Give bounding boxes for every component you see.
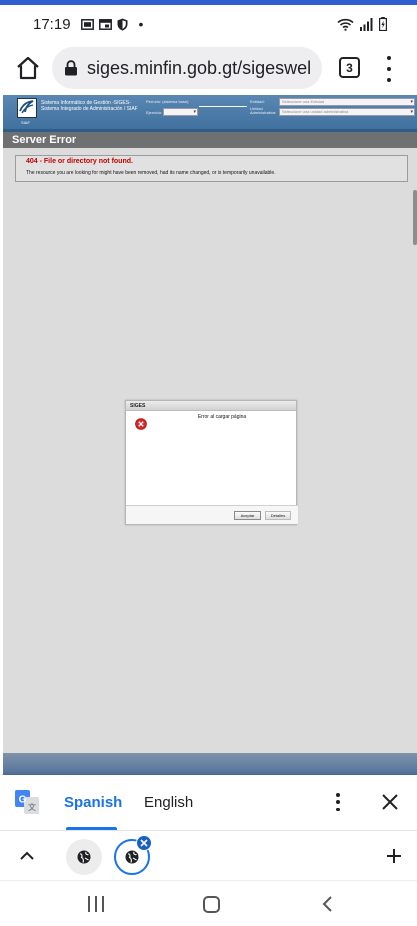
ejercicio-label: Ejercicio: bbox=[146, 110, 163, 115]
error-box: 404 - File or directory not found. The r… bbox=[15, 155, 408, 182]
close-icon[interactable] bbox=[381, 793, 399, 811]
web-footer-strip bbox=[3, 753, 417, 775]
recents-icon[interactable] bbox=[88, 896, 104, 912]
status-bar: 17:19 • bbox=[0, 5, 417, 43]
back-icon[interactable] bbox=[320, 895, 334, 913]
siges-logo bbox=[17, 98, 37, 118]
ejercicio-select[interactable]: ▾ bbox=[163, 108, 198, 116]
web-content: SIAF Sistema Informático de Gestión -SIG… bbox=[3, 95, 417, 775]
browser-toolbar: siges.minfin.gob.gt/sigeswel 3 bbox=[0, 43, 417, 95]
source-language-tab[interactable]: Spanish bbox=[64, 794, 122, 811]
status-time: 17:19 bbox=[33, 15, 71, 33]
signal-icon bbox=[360, 17, 373, 31]
url-bar[interactable]: siges.minfin.gob.gt/sigeswel bbox=[52, 47, 322, 89]
lock-icon bbox=[65, 60, 77, 76]
server-error-bar: Server Error bbox=[3, 132, 417, 148]
home-icon[interactable] bbox=[15, 55, 41, 81]
globe-icon bbox=[77, 850, 91, 864]
entidad-label: Entidad: bbox=[250, 99, 265, 104]
calendar-icon bbox=[98, 18, 112, 30]
dialog-footer: Aceptar Detalles bbox=[126, 505, 298, 524]
globe-icon bbox=[125, 850, 139, 864]
browser-menu-icon[interactable] bbox=[384, 56, 394, 82]
unidad-label: Unidad Administrativa: bbox=[250, 106, 277, 115]
close-tab-icon[interactable] bbox=[136, 835, 152, 851]
error-message: The resource you are looking for might h… bbox=[26, 170, 276, 176]
accept-button[interactable]: Aceptar bbox=[234, 511, 261, 520]
dialog-title: SIGES bbox=[126, 401, 296, 411]
siges-title-line2: Sistema Integrado de Administración / SI… bbox=[41, 106, 138, 112]
error-dialog: SIGES Error al cargar página Aceptar Det… bbox=[125, 400, 298, 525]
details-button[interactable]: Detalles bbox=[265, 511, 291, 520]
entidad-select[interactable]: Seleccione una Entidad ▾ bbox=[279, 98, 415, 106]
siges-title: Sistema Informático de Gestión -SIGES- S… bbox=[41, 100, 138, 112]
gallery-icon bbox=[80, 18, 94, 30]
svg-text:文: 文 bbox=[28, 802, 36, 812]
dialog-message: Error al cargar página bbox=[197, 414, 247, 420]
battery-icon bbox=[379, 17, 387, 31]
translate-menu-icon[interactable] bbox=[335, 793, 341, 811]
target-language-tab[interactable]: English bbox=[144, 794, 193, 811]
siges-logo-caption: SIAF bbox=[21, 120, 30, 125]
translate-bar: G 文 Spanish English bbox=[0, 775, 417, 830]
chevron-up-icon[interactable] bbox=[18, 847, 36, 865]
page-scrollbar[interactable] bbox=[413, 190, 417, 245]
shield-icon bbox=[117, 18, 128, 30]
tab-thumbnail-1[interactable] bbox=[66, 839, 102, 875]
google-translate-icon: G 文 bbox=[15, 790, 39, 814]
siges-header: SIAF Sistema Informático de Gestión -SIG… bbox=[3, 95, 417, 129]
status-dot: • bbox=[138, 16, 144, 32]
tab-strip bbox=[0, 830, 417, 880]
tab-switcher-button[interactable]: 3 bbox=[339, 57, 360, 78]
url-text: siges.minfin.gob.gt/sigeswel bbox=[87, 57, 312, 78]
system-nav-bar bbox=[0, 880, 417, 926]
wifi-icon bbox=[337, 18, 354, 31]
periodo-label: Período: (sistema base) bbox=[146, 99, 189, 104]
nav-home-icon[interactable] bbox=[203, 896, 220, 913]
error-title: 404 - File or directory not found. bbox=[26, 158, 133, 165]
periodo-underline bbox=[199, 106, 247, 107]
unidad-select[interactable]: Seleccione una unidad administrativa ▾ bbox=[279, 108, 415, 116]
svg-text:G: G bbox=[19, 795, 27, 806]
new-tab-icon[interactable] bbox=[384, 846, 404, 866]
